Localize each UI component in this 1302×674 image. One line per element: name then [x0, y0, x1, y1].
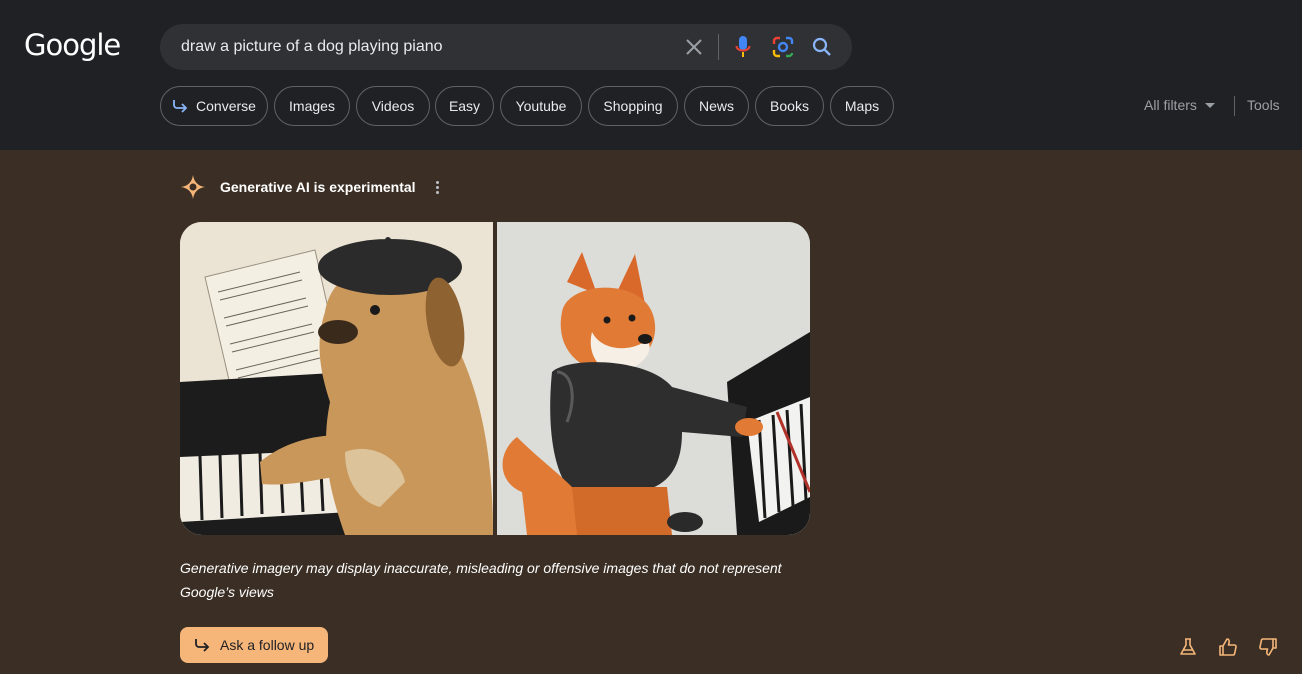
header-bar: Google draw a picture of a dog playing p…: [0, 0, 1302, 150]
chip-label: Images: [289, 98, 335, 114]
labs-flask-icon[interactable]: [1177, 636, 1199, 658]
chip-youtube[interactable]: Youtube: [500, 86, 582, 126]
all-filters-button[interactable]: All filters: [1144, 97, 1215, 113]
search-divider: [718, 34, 719, 60]
lens-icon[interactable]: [771, 35, 795, 59]
chip-label: Easy: [448, 98, 481, 114]
thumbs-up-icon[interactable]: [1217, 636, 1239, 658]
caret-down-icon: [1204, 102, 1215, 108]
generated-image-2[interactable]: [497, 222, 810, 535]
chip-shopping[interactable]: Shopping: [588, 86, 678, 126]
ask-follow-up-button[interactable]: Ask a follow up: [180, 627, 328, 663]
tools-divider: [1234, 96, 1235, 116]
chip-videos[interactable]: Videos: [356, 86, 430, 126]
generated-image-1[interactable]: [180, 222, 493, 535]
close-icon[interactable]: [682, 35, 706, 59]
converse-arrow-icon: [172, 99, 188, 113]
chip-label: Videos: [371, 98, 415, 114]
google-logo[interactable]: Google: [24, 28, 121, 62]
all-filters-label: All filters: [1144, 97, 1197, 113]
chip-images[interactable]: Images: [274, 86, 350, 126]
chip-easy[interactable]: Easy: [435, 86, 494, 126]
microphone-icon[interactable]: [731, 35, 755, 59]
tools-button[interactable]: Tools: [1247, 97, 1280, 113]
search-input[interactable]: draw a picture of a dog playing piano: [181, 38, 443, 56]
ai-title: Generative AI is experimental: [220, 179, 416, 195]
follow-up-arrow-icon: [194, 638, 210, 652]
follow-up-label: Ask a follow up: [220, 637, 315, 653]
chip-label: Shopping: [603, 98, 663, 114]
chip-label: News: [698, 98, 734, 114]
ai-sparkle-icon: [180, 174, 206, 200]
chip-news[interactable]: News: [684, 86, 749, 126]
search-icon[interactable]: [810, 35, 834, 59]
chip-label: Youtube: [515, 98, 567, 114]
chip-label: Books: [770, 98, 809, 114]
chip-converse[interactable]: Converse: [160, 86, 268, 126]
chip-label: Maps: [844, 98, 880, 114]
ai-header: Generative AI is experimental: [180, 172, 416, 202]
chip-label: Converse: [196, 98, 256, 114]
more-options-icon[interactable]: [425, 178, 449, 196]
chip-maps[interactable]: Maps: [830, 86, 894, 126]
chip-books[interactable]: Books: [755, 86, 824, 126]
generative-disclaimer: Generative imagery may display inaccurat…: [180, 560, 782, 600]
generated-images: [180, 222, 810, 535]
search-box[interactable]: draw a picture of a dog playing piano: [160, 24, 852, 70]
thumbs-down-icon[interactable]: [1257, 636, 1279, 658]
